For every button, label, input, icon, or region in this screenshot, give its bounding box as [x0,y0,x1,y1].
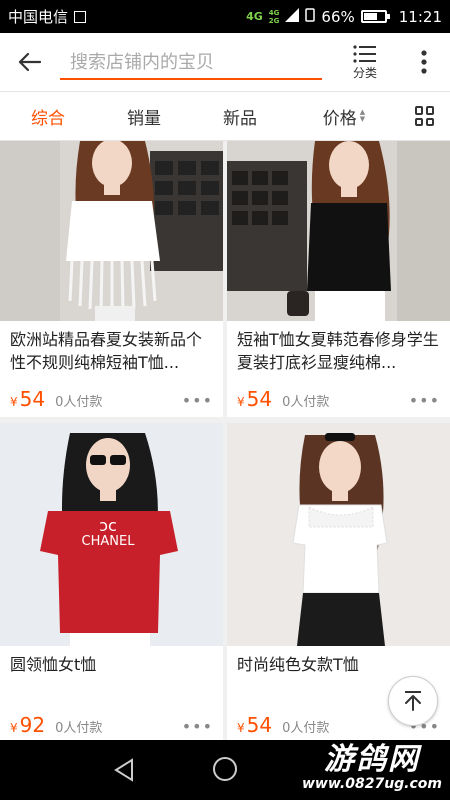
sort-arrows-icon: ▲ ▼ [359,108,366,123]
watermark-title: 游鸽网 [324,742,420,777]
header: 搜索店铺内的宝贝 分类 [0,33,450,91]
category-button[interactable]: 分类 [342,44,388,81]
arrow-left-icon [18,52,42,72]
product-title: 圆领恤女t恤 [10,655,97,674]
status-bar: 中国电信 4G 4G 2G 66% 11:21 [0,0,450,33]
product-card[interactable]: 欧洲站精品春夏女装新品个性不规则纯棉短袖T恤... ¥ 54 0人付款 ••• [0,141,223,417]
battery-percent: 66% [321,7,355,26]
tab-sales[interactable]: 销量 [96,91,192,141]
network-type-small: 4G 2G [268,8,280,25]
svg-text:ↄc: ↄc [99,516,117,535]
product-image [227,423,450,646]
card-more-button[interactable]: ••• [409,391,440,410]
search-input[interactable]: 搜索店铺内的宝贝 [60,44,322,80]
carrier-label: 中国电信 [8,8,69,26]
tab-comprehensive[interactable]: 综合 [0,91,96,141]
product-title: 短袖T恤女夏韩范春修身学生夏装打底衫显瘦纯棉... [237,330,439,372]
nav-bar: 游鸽网 www.0827ug.com [0,740,450,800]
back-button[interactable] [0,33,60,91]
sales-count: 0人付款 [282,395,330,410]
tab-new[interactable]: 新品 [192,91,288,141]
card-more-button[interactable]: ••• [182,391,213,410]
sales-count: 0人付款 [55,395,103,410]
nav-back-icon[interactable] [113,758,135,786]
currency-symbol: ¥ [10,721,18,735]
signal-icon [285,7,300,26]
sales-count: 0人付款 [282,721,330,736]
scroll-to-top-button[interactable] [388,676,438,726]
watermark: 游鸽网 www.0827ug.com [302,742,442,793]
product-card[interactable]: CHANEL ↄc 圆领恤女t恤 ¥ 92 0人付款 ••• [0,423,223,740]
currency-symbol: ¥ [237,721,245,735]
sales-count: 0人付款 [55,721,103,736]
tab-price[interactable]: 价格 ▲ ▼ [288,91,400,141]
currency-symbol: ¥ [10,395,18,409]
more-vertical-icon [421,50,427,74]
product-price: 54 [246,387,273,411]
svg-text:CHANEL: CHANEL [82,534,136,549]
product-image [227,141,450,321]
product-card[interactable]: 短袖T恤女夏韩范春修身学生夏装打底衫显瘦纯棉... ¥ 54 0人付款 ••• [227,141,450,417]
product-meta: ¥ 54 0人付款 ••• [10,387,213,411]
clock: 11:21 [398,7,442,26]
product-image [0,141,223,321]
vibrate-icon [305,7,316,26]
product-meta: ¥ 92 0人付款 ••• [10,713,213,737]
currency-symbol: ¥ [237,395,245,409]
grid-icon [415,106,435,126]
more-menu-button[interactable] [402,33,446,91]
product-grid: 欧洲站精品春夏女装新品个性不规则纯棉短袖T恤... ¥ 54 0人付款 ••• [0,141,450,740]
search-placeholder: 搜索店铺内的宝贝 [70,52,214,73]
product-price: 54 [246,713,273,737]
product-price: 92 [19,713,46,737]
sim-icon [74,10,87,23]
product-price: 54 [19,387,46,411]
product-meta: ¥ 54 0人付款 ••• [237,387,440,411]
watermark-url: www.0827ug.com [302,776,442,792]
nav-home-icon[interactable] [213,757,237,781]
battery-icon [360,10,390,23]
layout-toggle-button[interactable] [400,106,450,126]
category-label: 分类 [352,65,377,80]
product-title: 欧洲站精品春夏女装新品个性不规则纯棉短袖T恤... [10,330,203,372]
sort-bar: 综合 销量 新品 价格 ▲ ▼ [0,91,450,141]
list-icon [353,44,376,63]
arrow-up-icon [405,691,421,711]
product-image: CHANEL ↄc [0,423,223,646]
card-more-button[interactable]: ••• [182,717,213,736]
network-type: 4G [246,10,263,23]
